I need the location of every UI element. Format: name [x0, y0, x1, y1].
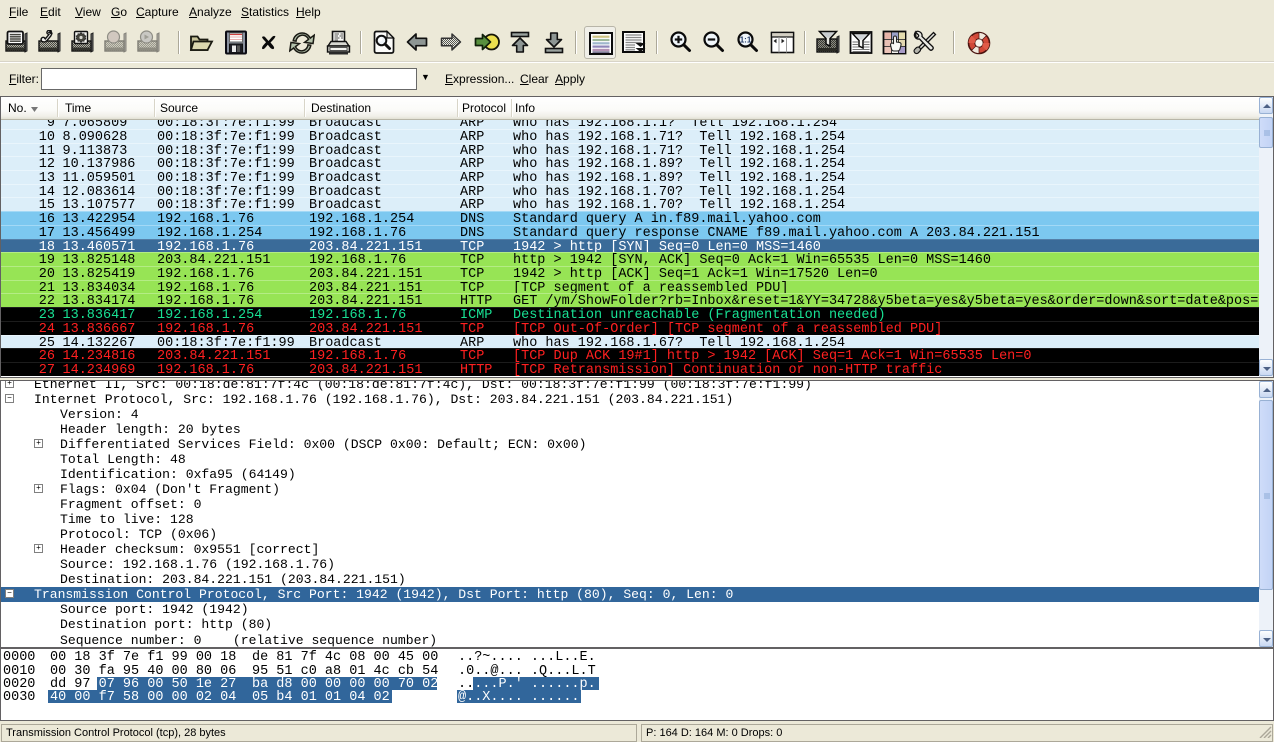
svg-text:1:1: 1:1	[740, 36, 752, 45]
